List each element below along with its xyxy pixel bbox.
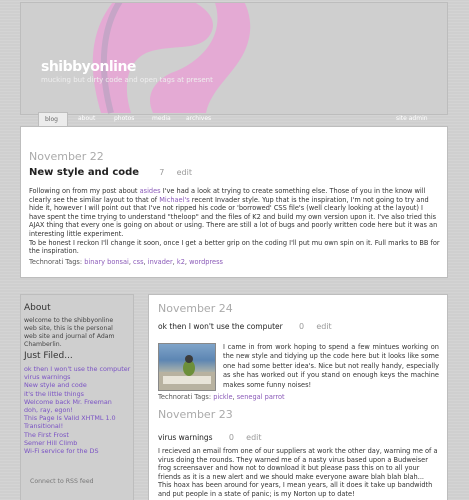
site-tagline: mucking but dirty code and open tags at … [41,76,213,84]
comment-count[interactable]: 7 [159,168,164,177]
comment-count[interactable]: 0 [299,322,304,331]
list-item[interactable]: This Page Is Valid XHTML 1.0 Transitiona… [24,414,132,430]
tag-link[interactable]: binary bonsai [84,258,129,266]
technorati-tags: Technorati Tags: pickle, senegal parrot [158,393,285,401]
site-admin-link[interactable]: site admin [396,112,428,126]
list-item[interactable]: Welcome back Mr. Freeman [24,398,132,406]
edit-link[interactable]: edit [177,168,192,177]
post-date: November 22 [29,150,104,163]
post-photo[interactable] [158,343,216,391]
post-paragraph: I recieved an email from one of our supp… [158,447,438,481]
tag-link[interactable]: wordpress [189,258,223,266]
post-body: Following on from my post about asides I… [29,187,441,256]
post-header: ok then I won't use the computer 0 edit [158,322,332,331]
parrot-on-keyboard-image [159,355,215,390]
featured-post: November 22 New style and code 7 edit Fo… [20,126,448,278]
comment-count[interactable]: 0 [229,433,234,442]
list-item[interactable]: it's the little things [24,390,132,398]
post-title[interactable]: New style and code [29,167,139,178]
post-paragraph: Following on from my post about asides I… [29,187,438,238]
main-nav: blog about photos media archives site ad… [20,112,448,126]
link-asides[interactable]: asides [140,187,161,195]
post-paragraph: This hoax has been around for years, I m… [158,481,433,498]
site-title[interactable]: shibbyonline [41,59,136,75]
edit-link[interactable]: edit [316,322,331,331]
tab-archives[interactable]: archives [186,112,211,126]
sidebar: About welcome to the shibbyonline web si… [20,294,134,500]
about-heading: About [24,303,51,313]
site-header: shibbyonline mucking but dirty code and … [20,2,448,115]
post-paragraph: I came in from work hoping to spend a fe… [223,343,439,389]
post-header: New style and code 7 edit [29,167,192,178]
list-item[interactable]: doh, ray, egon! [24,406,132,414]
list-item[interactable]: New style and code [24,381,132,389]
link-michael[interactable]: Michael's [159,196,190,204]
post-date: November 24 [158,302,233,315]
technorati-tags: Technorati Tags: binary bonsai, css, inv… [29,258,223,266]
tag-link[interactable]: invader [148,258,173,266]
just-filed-list: ok then I won't use the computer virus w… [24,365,132,455]
post-body: I recieved an email from one of our supp… [158,447,440,499]
tab-media[interactable]: media [152,112,171,126]
tag-link[interactable]: senegal parrot [237,393,285,401]
about-text: welcome to the shibbyonline web site, th… [24,317,115,348]
tag-link[interactable]: k2 [177,258,185,266]
edit-link[interactable]: edit [246,433,261,442]
post-header: virus warnings 0 edit [158,433,262,442]
tab-blog[interactable]: blog [38,112,68,126]
post-body: I came in from work hoping to spend a fe… [223,343,439,390]
post-date: November 23 [158,408,233,421]
rss-link[interactable]: Connect to RSS feed [30,478,94,486]
tag-link[interactable]: css [133,258,144,266]
just-filed-heading: Just Filed... [24,351,73,361]
post-list: November 24 ok then I won't use the comp… [148,294,448,500]
list-item[interactable]: The First Frost [24,431,132,439]
list-item[interactable]: virus warnings [24,373,132,381]
list-item[interactable]: ok then I won't use the computer [24,365,132,373]
list-item[interactable]: Wi-Fi service for the DS [24,447,132,455]
tab-photos[interactable]: photos [114,112,134,126]
tag-link[interactable]: pickle [213,393,232,401]
post-title[interactable]: virus warnings [158,433,213,442]
post-title[interactable]: ok then I won't use the computer [158,322,283,331]
tab-about[interactable]: about [78,112,95,126]
post-paragraph: To be honest I reckon I'll change it soo… [29,238,440,256]
list-item[interactable]: Semer Hill Climb [24,439,132,447]
